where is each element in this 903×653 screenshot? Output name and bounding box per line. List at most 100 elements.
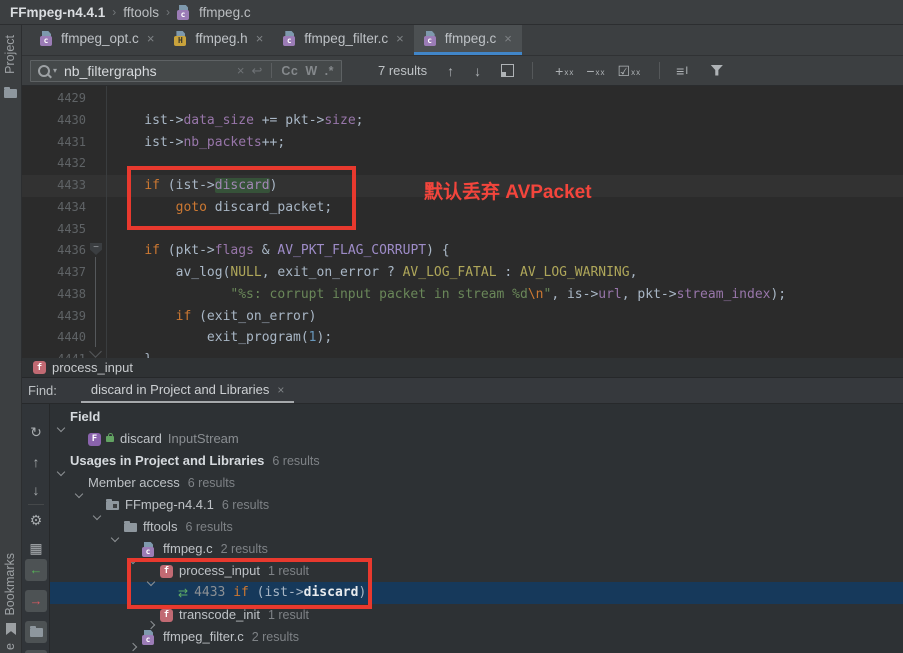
search-in-selection-icon[interactable]: ≡I bbox=[676, 63, 688, 79]
code-line-4436[interactable]: 4436 if (pkt->flags & AV_PKT_FLAG_CORRUP… bbox=[22, 240, 903, 262]
code-line-4438[interactable]: 4438 "%s: corrupt input packet in stream… bbox=[22, 284, 903, 306]
breadcrumb-project[interactable]: FFmpeg-n4.4.1 bbox=[10, 5, 105, 20]
result-count: 1 result bbox=[268, 604, 309, 626]
tree-label: Member access bbox=[88, 472, 180, 494]
tree-row-FFmpeg-n4.4.1[interactable]: FFmpeg-n4.4.1 6 results bbox=[50, 494, 903, 516]
find-tab-title: discard in Project and Libraries bbox=[91, 382, 269, 397]
remove-occurrence-icon[interactable]: −xx bbox=[586, 65, 605, 77]
match-case-toggle[interactable]: Cc bbox=[281, 64, 298, 78]
move-up-icon[interactable]: ↑ bbox=[22, 454, 50, 470]
refresh-icon[interactable]: ↻ bbox=[22, 424, 50, 441]
close-icon[interactable]: × bbox=[256, 31, 264, 46]
tab-label: ffmpeg_opt.c bbox=[61, 31, 139, 46]
tree-label: FFmpeg-n4.4.1 bbox=[125, 494, 214, 516]
regex-toggle[interactable]: .* bbox=[325, 64, 334, 78]
breadcrumb-file[interactable]: ffmpeg.c bbox=[199, 5, 251, 20]
whole-words-toggle[interactable]: W bbox=[305, 64, 317, 78]
search-query[interactable]: nb_filtergraphs bbox=[64, 63, 230, 79]
close-tab-icon[interactable]: × bbox=[277, 383, 284, 397]
code-line-4441[interactable]: 4441 } bbox=[22, 349, 903, 358]
tree-label: Usages in Project and Libraries bbox=[70, 450, 264, 472]
tree-row-result[interactable]: ⇄4433 if (ist->discard) bbox=[50, 582, 903, 604]
code-line-4430[interactable]: 4430 ist->data_size += pkt->size; bbox=[22, 110, 903, 132]
divider bbox=[271, 63, 272, 78]
move-down-icon[interactable]: ↓ bbox=[22, 482, 50, 498]
stripe-partial-label[interactable]: e bbox=[3, 643, 17, 650]
code-editor[interactable]: 44294430 ist->data_size += pkt->size;443… bbox=[22, 86, 903, 358]
group-by-icon[interactable]: ▦ bbox=[22, 540, 50, 557]
divider bbox=[532, 62, 533, 79]
tree-row-Field[interactable]: Field bbox=[50, 406, 903, 428]
line-number: 4429 bbox=[22, 88, 106, 110]
close-icon[interactable]: × bbox=[504, 31, 512, 46]
usage-arrow-icon: ⇄ bbox=[178, 582, 188, 604]
result-count: 6 results bbox=[222, 494, 269, 516]
function-icon: f bbox=[33, 361, 46, 374]
result-count: 6 results bbox=[188, 472, 235, 494]
code-line-4439[interactable]: 4439 if (exit_on_error) bbox=[22, 306, 903, 328]
settings-gear-icon[interactable]: ⚙ bbox=[22, 512, 50, 529]
divider bbox=[28, 504, 44, 505]
left-tool-stripe: Project Bookmarks e bbox=[0, 25, 22, 653]
lock-icon bbox=[106, 436, 114, 442]
project-stripe-button[interactable]: Project bbox=[3, 35, 17, 74]
find-results-tab[interactable]: discard in Project and Libraries × bbox=[81, 382, 295, 403]
code-line-4431[interactable]: 4431 ist->nb_packets++; bbox=[22, 132, 903, 154]
add-occurrence-icon[interactable]: +xx bbox=[555, 65, 574, 77]
project-folder-icon[interactable] bbox=[4, 89, 17, 98]
tab-ffmpeg_opt.c[interactable]: c ffmpeg_opt.c × bbox=[30, 25, 164, 55]
tree-row-Usages in Project and Libraries[interactable]: Usages in Project and Libraries6 results bbox=[50, 450, 903, 472]
code-line-4440[interactable]: 4440 exit_program(1); bbox=[22, 327, 903, 349]
toggle-occurrences-icon[interactable]: ☑xx bbox=[618, 65, 642, 77]
breadcrumb-folder[interactable]: fftools bbox=[123, 5, 159, 20]
tab-bar: cffmpeg_opt.c×Hffmpeg.h×cffmpeg_filter.c… bbox=[22, 25, 903, 56]
c-file-icon: c bbox=[142, 630, 157, 645]
tree-row-ffmpeg.c[interactable]: cffmpeg.c2 results bbox=[50, 538, 903, 560]
tab-ffmpeg_filter.c[interactable]: cffmpeg_filter.c× bbox=[273, 25, 413, 55]
tab-ffmpeg.c[interactable]: cffmpeg.c× bbox=[414, 25, 522, 55]
search-field[interactable]: ▾ nb_filtergraphs × ↩ Cc W .* bbox=[30, 60, 342, 82]
code-line-4435[interactable]: 4435 bbox=[22, 219, 903, 241]
tree-row-discard[interactable]: FdiscardInputStream bbox=[50, 428, 903, 450]
navigate-to-source-button[interactable]: ← bbox=[25, 559, 47, 581]
code-line-4429[interactable]: 4429 bbox=[22, 88, 903, 110]
c-file-icon: c bbox=[40, 31, 55, 46]
prev-occurrence-icon[interactable]: ↑ bbox=[447, 63, 454, 79]
func-icon: f bbox=[160, 609, 173, 622]
next-occurrence-icon[interactable]: ↓ bbox=[474, 63, 481, 79]
context-function-name[interactable]: process_input bbox=[52, 360, 133, 375]
close-icon[interactable]: × bbox=[147, 31, 155, 46]
code-line-4432[interactable]: 4432 bbox=[22, 153, 903, 175]
field-icon: F bbox=[88, 433, 101, 446]
bookmark-icon[interactable] bbox=[6, 623, 16, 635]
select-all-occurrences-icon[interactable] bbox=[501, 64, 514, 77]
search-dropdown-icon[interactable]: ▾ bbox=[53, 66, 57, 75]
navigate-from-source-button[interactable]: → bbox=[25, 590, 47, 612]
tree-row-fftools[interactable]: fftools6 results bbox=[50, 516, 903, 538]
bookmarks-stripe-button[interactable]: Bookmarks bbox=[3, 553, 17, 616]
gutter-separator bbox=[106, 86, 107, 358]
tree-label: process_input bbox=[179, 560, 260, 582]
c-file-icon: c bbox=[424, 31, 439, 46]
tree-row-ffmpeg_filter.c[interactable]: c ffmpeg_filter.c 2 results bbox=[50, 626, 903, 648]
tree-row-Member access[interactable]: Member access 6 results bbox=[50, 472, 903, 494]
close-icon[interactable]: × bbox=[396, 31, 404, 46]
code-lines: 44294430 ist->data_size += pkt->size;443… bbox=[22, 88, 903, 358]
search-icon bbox=[38, 65, 50, 77]
result-count: 2 results bbox=[221, 538, 268, 560]
ide-window: FFmpeg-n4.4.1 › fftools › c ffmpeg.c Pro… bbox=[0, 0, 903, 653]
export-folder-button[interactable] bbox=[25, 621, 47, 643]
results-count: 7 results bbox=[378, 63, 427, 78]
filter-icon[interactable] bbox=[710, 65, 723, 77]
clear-search-icon[interactable]: × bbox=[237, 63, 245, 78]
tree-row-process_input[interactable]: fprocess_input1 result bbox=[50, 560, 903, 582]
tree-label: fftools bbox=[143, 516, 177, 538]
line-number: 4435 bbox=[22, 219, 106, 241]
tree-label: ffmpeg_filter.c bbox=[163, 626, 244, 648]
result-count: 2 results bbox=[252, 626, 299, 648]
tab-ffmpeg.h[interactable]: Hffmpeg.h× bbox=[164, 25, 273, 55]
line-number: 4439 bbox=[22, 306, 106, 328]
search-history-icon[interactable]: ↩ bbox=[251, 63, 262, 79]
tree-row-transcode_init[interactable]: ftranscode_init1 result bbox=[50, 604, 903, 626]
code-line-4437[interactable]: 4437 av_log(NULL, exit_on_error ? AV_LOG… bbox=[22, 262, 903, 284]
